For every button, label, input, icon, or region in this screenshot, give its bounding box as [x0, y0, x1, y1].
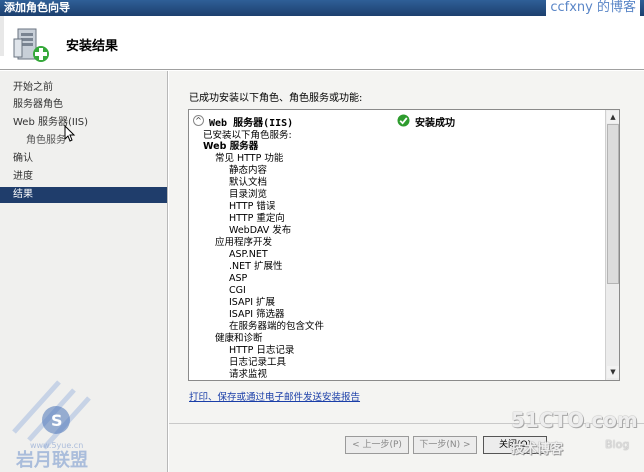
scroll-down-icon[interactable]: ▼	[607, 366, 619, 378]
list-item: 默认文档	[229, 177, 268, 188]
role-services-list: 已安装以下角色服务: Web 服务器 常见 HTTP 功能 静态内容 默认文档 …	[189, 130, 604, 380]
server-install-icon	[13, 28, 49, 62]
wizard-header: 安装结果	[0, 16, 644, 70]
list-item: Web 服务器	[203, 141, 259, 152]
list-item: .NET 扩展性	[229, 261, 283, 272]
nav-item-confirmation[interactable]: 确认	[0, 151, 167, 167]
role-result-header: ^ Web 服务器(IIS) 安装成功	[193, 114, 603, 129]
list-item: HTTP 重定向	[229, 213, 285, 224]
role-name: Web 服务器(IIS)	[209, 118, 294, 129]
watermark-sub: 技术博客	[511, 442, 564, 457]
list-item: ISAPI 扩展	[229, 297, 276, 308]
collapse-icon[interactable]: ^	[193, 115, 204, 126]
svg-text:S: S	[51, 411, 63, 430]
nav-item-progress[interactable]: 进度	[0, 169, 167, 185]
list-item: 目录浏览	[229, 189, 268, 200]
watermark-site: 51CTO.com	[511, 408, 638, 432]
nav-item-before-you-begin[interactable]: 开始之前	[0, 80, 167, 96]
window-edge	[0, 16, 4, 56]
list-item: ISAPI 筛选器	[229, 309, 285, 320]
install-status: 安装成功	[415, 118, 455, 129]
nav-item-results[interactable]: 结果	[0, 187, 167, 203]
scroll-thumb[interactable]	[607, 124, 619, 284]
list-item: 日志记录工具	[229, 357, 287, 368]
list-item: 静态内容	[229, 165, 268, 176]
list-item: HTTP 日志记录	[229, 345, 295, 356]
report-link[interactable]: 打印、保存或通过电子邮件发送安装报告	[189, 389, 360, 403]
vertical-scrollbar[interactable]: ▲ ▼	[605, 110, 619, 380]
back-button[interactable]: < 上一步(P)	[345, 436, 409, 454]
list-item: 应用程序开发	[215, 237, 273, 248]
watermark-left-cn: 岩月联盟	[15, 449, 88, 471]
list-item: 健康和诊断	[215, 333, 263, 344]
nav-item-web-server[interactable]: Web 服务器(IIS)	[0, 115, 167, 131]
window-title: 添加角色向导	[4, 1, 70, 14]
list-item: ASP	[229, 273, 248, 284]
watermark-logo-left: S 岩月联盟 www.5yue.cn	[12, 380, 91, 471]
watermark-51cto: 51CTO.com 技术博客 Blog	[511, 404, 641, 464]
list-item: ASP.NET	[229, 249, 268, 260]
nav-item-role-services[interactable]: 角色服务	[0, 133, 167, 149]
results-panel: ^ Web 服务器(IIS) 安装成功 已安装以下角色服务: Web 服务器 常…	[188, 109, 620, 381]
next-button[interactable]: 下一步(N) >	[413, 436, 477, 454]
watermark-blog: Blog	[605, 438, 630, 451]
results-description: 已成功安装以下角色、角色服务或功能:	[189, 93, 363, 104]
title-bar: 添加角色向导 ccfxny 的博客	[0, 0, 644, 17]
list-item: 在服务器端的包含文件	[229, 321, 325, 332]
watermark-top: ccfxny 的博客	[546, 0, 640, 17]
scroll-up-icon[interactable]: ▲	[607, 111, 619, 123]
list-item: CGI	[229, 285, 246, 296]
mouse-cursor-icon	[64, 125, 76, 142]
check-circle-icon	[397, 114, 410, 127]
list-item: WebDAV 发布	[229, 225, 292, 236]
list-item: 常见 HTTP 功能	[215, 153, 284, 164]
list-item: HTTP 错误	[229, 201, 276, 212]
page-title: 安装结果	[66, 39, 119, 54]
list-item: 请求监视	[229, 369, 268, 380]
nav-item-server-roles[interactable]: 服务器角色	[0, 97, 167, 113]
watermark-left-url: www.5yue.cn	[30, 441, 83, 450]
